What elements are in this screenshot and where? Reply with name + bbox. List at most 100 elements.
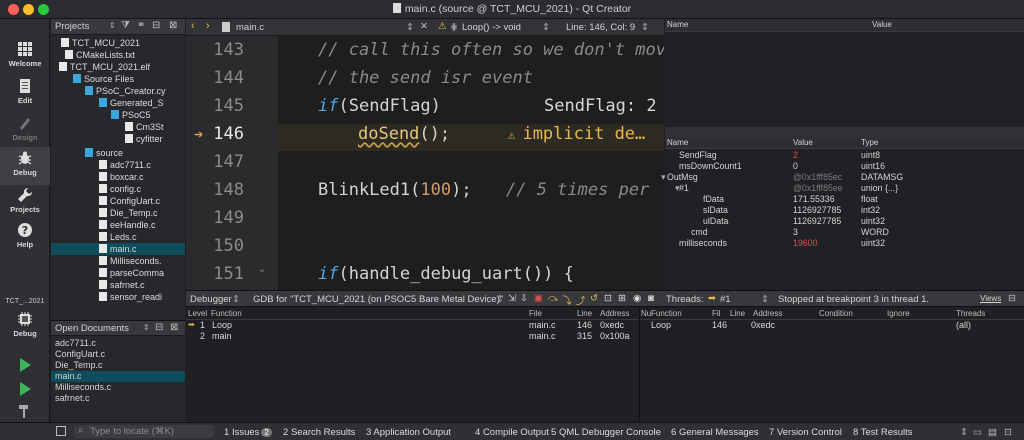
close-icon[interactable]: ⊠ xyxy=(170,322,178,333)
projects-view-select[interactable]: Projects xyxy=(55,21,89,32)
frame-file[interactable]: main.c xyxy=(529,331,556,341)
column-ignore[interactable]: Ignore xyxy=(887,309,910,318)
back-arrow-icon[interactable]: ‹ xyxy=(191,20,195,32)
tree-item[interactable]: config.c xyxy=(51,183,185,195)
mode-welcome[interactable]: Welcome xyxy=(0,41,50,68)
step-into-icon[interactable]: ⤵ xyxy=(562,293,572,307)
line-number[interactable]: 149 xyxy=(213,208,244,228)
cursor-position[interactable]: Line: 146, Col: 9 xyxy=(566,22,635,33)
column-value[interactable]: Value xyxy=(793,138,813,147)
chevron-updown-icon[interactable]: ⇕ xyxy=(761,294,769,305)
frame-level[interactable]: 2 xyxy=(200,331,205,341)
open-document-item[interactable]: Die_Temp.c xyxy=(51,360,185,371)
column-address[interactable]: Address xyxy=(600,309,629,318)
mode-debug[interactable]: Debug xyxy=(0,147,50,185)
chevron-updown-icon[interactable]: ⇕ xyxy=(232,294,240,305)
step-over-icon[interactable]: ⤼ xyxy=(548,293,558,304)
expressions-view[interactable] xyxy=(665,19,1024,127)
tree-item[interactable]: TCT_MCU_2021.elf xyxy=(51,61,185,73)
tree-item[interactable]: safrnet.c xyxy=(51,279,185,291)
column-function[interactable]: Function xyxy=(211,309,242,318)
column-number[interactable]: Nu xyxy=(641,309,651,318)
chevron-updown-icon[interactable]: ⇕ xyxy=(960,427,968,438)
column-name[interactable]: Name xyxy=(667,138,688,147)
mode-design[interactable]: Design xyxy=(0,115,50,142)
breakpoint-address[interactable]: 0xedc xyxy=(751,320,775,330)
breakpoint-line[interactable]: 146 xyxy=(712,320,727,330)
open-document-item[interactable]: adc7711.c xyxy=(51,338,185,349)
locals-row[interactable]: ▾ OutMsg @0x1fff85ec DATAMSG xyxy=(661,172,1024,183)
output-tab[interactable]: 6 General Messages xyxy=(671,427,759,438)
tree-item[interactable]: cyfitter xyxy=(51,133,185,145)
splitter[interactable] xyxy=(665,127,1024,138)
close-icon[interactable]: ✕ xyxy=(420,21,428,32)
split-icon[interactable]: ⊟ xyxy=(1008,293,1016,304)
expand-arrow-icon[interactable]: ▾ xyxy=(661,172,665,183)
record-icon[interactable]: ◉ xyxy=(633,293,641,304)
chevron-updown-icon[interactable]: ⇕ xyxy=(109,21,116,30)
forward-arrow-icon[interactable]: › xyxy=(206,20,210,32)
build-button[interactable] xyxy=(0,403,50,421)
close-icon[interactable]: ⊠ xyxy=(169,20,177,31)
stop-icon[interactable]: ▣ xyxy=(534,293,543,304)
open-document-item[interactable]: Milliseconds.c xyxy=(51,382,185,393)
tree-item[interactable]: PSoC5 xyxy=(51,109,185,121)
tree-item[interactable]: PSoC_Creator.cy xyxy=(51,85,185,97)
column-file[interactable]: Fil xyxy=(712,309,720,318)
output-tab[interactable]: 4 Compile Output xyxy=(475,427,549,438)
mode-edit[interactable]: Edit xyxy=(0,78,50,105)
tree-item[interactable]: Cm3St xyxy=(51,121,185,133)
sidebar-toggle-icon[interactable] xyxy=(56,426,66,436)
layout-icon[interactable]: ▭ xyxy=(973,427,982,438)
tree-item[interactable]: adc7711.c xyxy=(51,159,185,171)
progress-icon[interactable]: ⊡ xyxy=(1004,427,1012,438)
chevron-updown-icon[interactable]: ⇕ xyxy=(496,294,504,305)
line-number[interactable]: 148 xyxy=(213,180,244,200)
tree-item[interactable]: Milliseconds. xyxy=(51,255,185,267)
column-level[interactable]: Level xyxy=(188,309,207,318)
line-number[interactable]: 145 xyxy=(213,96,244,116)
breakpoint-marker-icon[interactable]: ➔ xyxy=(194,128,203,141)
breakpoint-threads[interactable]: (all) xyxy=(956,320,971,330)
tree-item[interactable]: Generated_S xyxy=(51,97,185,109)
column-threads[interactable]: Threads xyxy=(956,309,985,318)
tree-item[interactable]: TCT_MCU_2021 xyxy=(51,37,185,49)
output-tab[interactable]: 8 Test Results xyxy=(853,427,913,438)
tree-item[interactable]: parseComma xyxy=(51,267,185,279)
locals-row[interactable]: slData 1126927785 int32 xyxy=(665,205,1024,216)
camera-icon[interactable]: ◙ xyxy=(648,293,654,304)
column-type[interactable]: Type xyxy=(861,138,878,147)
mode-help[interactable]: ? Help xyxy=(0,222,50,249)
mode-projects[interactable]: Projects xyxy=(0,187,50,214)
breakpoint-function[interactable]: Loop xyxy=(651,320,671,330)
column-file[interactable]: File xyxy=(529,309,542,318)
line-number[interactable]: 147 xyxy=(213,152,244,172)
reverse-icon[interactable]: ⊞ xyxy=(618,293,626,304)
frame-line[interactable]: 315 xyxy=(577,331,592,341)
locals-row[interactable]: cmd 3 WORD xyxy=(665,227,1024,238)
step-icon[interactable]: ⇩ xyxy=(520,293,528,304)
tree-item[interactable]: boxcar.c xyxy=(51,171,185,183)
tree-item[interactable]: Source Files xyxy=(51,73,185,85)
tree-item[interactable]: ConfigUart.c xyxy=(51,195,185,207)
tree-item[interactable]: main.c xyxy=(51,243,185,255)
fold-marker-icon[interactable]: ⌄ xyxy=(258,264,266,275)
output-tab[interactable]: 3 Application Output xyxy=(366,427,451,438)
frame-line[interactable]: 146 xyxy=(577,320,592,330)
filter-icon[interactable]: ▤ xyxy=(988,427,997,438)
engine-selector[interactable]: GDB for "TCT_MCU_2021 (on PSOC5 Bare Met… xyxy=(253,294,503,305)
tree-item[interactable]: source xyxy=(51,147,185,159)
locals-row[interactable]: ulData 1126927785 uint32 xyxy=(665,216,1024,227)
open-document-item[interactable]: safrnet.c xyxy=(51,393,185,404)
locals-row[interactable]: msDownCount1 0 uint16 xyxy=(665,161,1024,172)
column-value[interactable]: Value xyxy=(872,20,892,29)
kit-project[interactable]: TCT_...2021 xyxy=(0,298,50,305)
frame-address[interactable]: 0x100a xyxy=(600,331,630,341)
locals-row[interactable]: milliseconds 19600 uint32 xyxy=(665,238,1024,249)
step-out-icon[interactable]: ⤴ xyxy=(576,293,586,307)
column-line[interactable]: Line xyxy=(730,309,745,318)
code-editor[interactable]: // call this often so we don't mov // the… xyxy=(278,36,664,290)
debugger-perspective[interactable]: Debugger xyxy=(190,294,232,305)
link-icon[interactable]: ⚭ xyxy=(137,20,145,31)
tree-item[interactable]: sensor_readi xyxy=(51,291,185,303)
